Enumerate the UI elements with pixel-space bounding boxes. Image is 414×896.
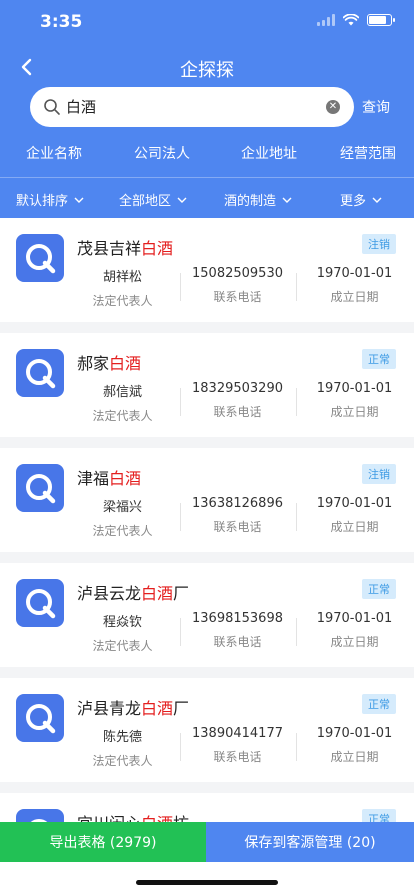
page-title: 企探探 [180,60,234,81]
filter-more-label: 更多 [340,194,367,209]
signal-icon [317,14,335,26]
bottom-action-bar: 导出表格 (2979) 保存到客源管理 (20) [0,822,414,862]
divider [296,618,297,646]
query-button[interactable]: 查询 [362,97,390,117]
company-card[interactable]: 泸县青龙白酒厂 正常 陈先德 法定代表人 13890414177 联系电话 1970… [0,678,414,782]
company-logo-icon [16,464,64,512]
status-icons [317,14,395,26]
company-logo-icon [16,579,64,627]
search-value: 白酒 [66,98,97,116]
divider [180,733,181,761]
search-input[interactable]: 白酒 ✕ [30,87,354,127]
wifi-icon [343,14,359,26]
filter-region[interactable]: 全部地区 [119,190,187,209]
founded-cell: 1970-01-01 成立日期 [316,726,393,764]
chevron-down-icon [372,197,382,203]
header: 3:35 企探探 白酒 ✕ 查询 企业名称 公司法人 企业地址 经营范围 默认排… [0,0,414,230]
company-card[interactable]: 茂县吉祥白酒 注销 胡祥松 法定代表人 15082509530 联系电话 1970-… [0,218,414,322]
company-card[interactable]: 津福白酒 注销 梁福兴 法定代表人 13638126896 联系电话 1970-01… [0,448,414,552]
divider [296,503,297,531]
tab-company-address[interactable]: 企业地址 [241,143,297,163]
status-badge: 正常 [362,579,396,599]
status-time: 3:35 [40,12,83,32]
legal-rep-cell: 胡祥松 法定代表人 [92,270,153,308]
divider [296,388,297,416]
divider [180,388,181,416]
filter-more[interactable]: 更多 [340,190,382,209]
home-indicator [136,880,278,885]
filter-region-label: 全部地区 [119,194,172,209]
filter-industry[interactable]: 酒的制造 [224,190,292,209]
search-icon [44,99,60,115]
status-badge: 注销 [362,464,396,484]
founded-cell: 1970-01-01 成立日期 [316,266,393,304]
legal-rep-cell: 程焱钦 法定代表人 [92,615,153,653]
founded-cell: 1970-01-01 成立日期 [316,611,393,649]
divider [180,503,181,531]
company-name: 郝家白酒 [77,354,142,373]
company-name: 泸县云龙白酒厂 [77,584,190,603]
legal-rep-cell: 陈先德 法定代表人 [92,730,153,768]
filter-sort-label: 默认排序 [16,194,69,209]
divider [180,273,181,301]
filter-bar: 默认排序 全部地区 酒的制造 更多 [0,177,414,218]
company-card[interactable]: 泸县云龙白酒厂 正常 程焱钦 法定代表人 13698153698 联系电话 1970… [0,563,414,667]
divider [296,733,297,761]
company-name: 宜川闲心白酒坊 [77,810,189,822]
filter-sort[interactable]: 默认排序 [16,190,84,209]
divider [296,273,297,301]
company-name: 津福白酒 [77,469,142,488]
phone-cell: 18329503290 联系电话 [192,381,283,419]
status-bar: 3:35 [0,0,414,44]
chevron-down-icon [177,197,187,203]
company-card[interactable]: 郝家白酒 正常 郝信斌 法定代表人 18329503290 联系电话 1970-01… [0,333,414,437]
save-to-crm-button[interactable]: 保存到客源管理 (20) [206,822,414,862]
clear-icon[interactable]: ✕ [326,100,340,114]
battery-icon [367,14,395,26]
chevron-down-icon [74,197,84,203]
legal-rep-cell: 郝信斌 法定代表人 [92,385,153,423]
phone-cell: 13638126896 联系电话 [192,496,283,534]
status-badge: 正常 [362,349,396,369]
home-area [0,862,414,896]
tab-company-name[interactable]: 企业名称 [26,143,82,163]
divider [180,618,181,646]
phone-cell: 13890414177 联系电话 [192,726,283,764]
export-table-button[interactable]: 导出表格 (2979) [0,822,206,862]
company-name: 茂县吉祥白酒 [77,239,174,258]
company-logo-icon [16,809,64,822]
status-badge: 注销 [362,234,396,254]
company-card[interactable]: 宜川闲心白酒坊 正常 [0,793,414,822]
legal-rep-cell: 梁福兴 法定代表人 [92,500,153,538]
chevron-down-icon [282,197,292,203]
company-logo-icon [16,694,64,742]
status-badge: 正常 [362,694,396,714]
search-type-tabs: 企业名称 公司法人 企业地址 经营范围 [0,143,414,165]
status-badge: 正常 [362,809,396,822]
tab-legal-person[interactable]: 公司法人 [134,143,190,163]
company-logo-icon [16,349,64,397]
company-name: 泸县青龙白酒厂 [77,699,190,718]
founded-cell: 1970-01-01 成立日期 [316,381,393,419]
tab-business-scope[interactable]: 经营范围 [340,143,396,163]
filter-industry-label: 酒的制造 [224,194,277,209]
phone-cell: 15082509530 联系电话 [192,266,283,304]
phone-cell: 13698153698 联系电话 [192,611,283,649]
founded-cell: 1970-01-01 成立日期 [316,496,393,534]
company-logo-icon [16,234,64,282]
